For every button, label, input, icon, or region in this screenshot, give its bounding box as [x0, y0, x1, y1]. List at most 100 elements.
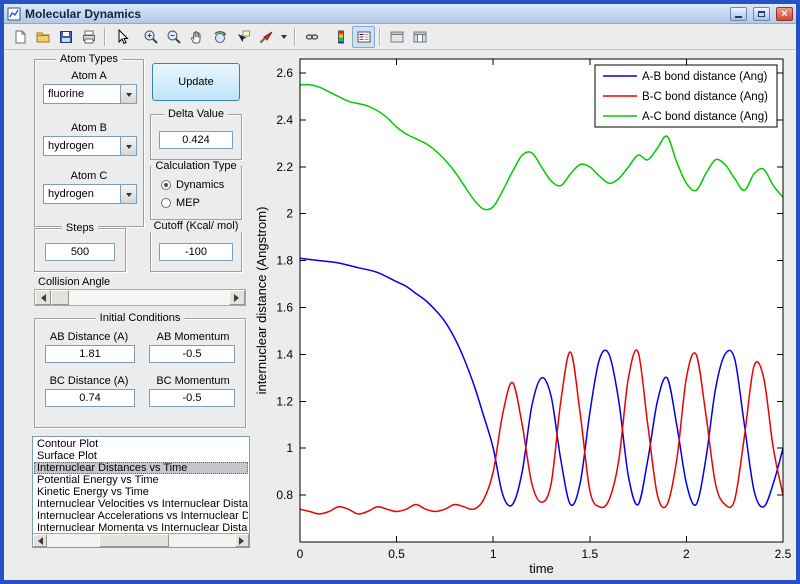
chevron-down-icon — [120, 185, 136, 203]
x-tick-label: 1.5 — [581, 547, 598, 561]
bc-momentum-field[interactable] — [149, 389, 235, 407]
axes-area[interactable]: 00.511.522.50.811.21.41.61.822.22.42.6ti… — [252, 50, 796, 580]
pan-icon[interactable] — [185, 26, 208, 48]
y-tick-label: 1.2 — [276, 394, 293, 408]
rotate-3d-icon[interactable] — [208, 26, 231, 48]
chart[interactable]: 00.511.522.50.811.21.41.61.822.22.42.6ti… — [252, 50, 796, 580]
atom-c-dropdown[interactable]: hydrogen — [43, 184, 137, 204]
edit-plot-icon[interactable] — [110, 26, 133, 48]
x-tick-label: 0 — [297, 547, 304, 561]
plot-type-listbox[interactable]: Contour Plot Surface Plot Internuclear D… — [32, 436, 250, 548]
y-axis-label: internuclear distance (Angstrom) — [254, 207, 269, 395]
x-axis-label: time — [529, 561, 554, 576]
steps-field[interactable] — [45, 243, 115, 261]
calculation-type-title: Calculation Type — [151, 160, 240, 172]
save-figure-icon[interactable] — [54, 26, 77, 48]
zoom-out-icon[interactable] — [162, 26, 185, 48]
print-figure-icon[interactable] — [77, 26, 100, 48]
atom-a-dropdown[interactable]: fluorine — [43, 84, 137, 104]
hide-plot-tools-icon[interactable] — [385, 26, 408, 48]
toolbar-separator — [294, 28, 296, 46]
list-item[interactable]: Surface Plot — [34, 450, 248, 462]
scrollbar-left-arrow-icon[interactable] — [33, 534, 47, 547]
list-item-selected[interactable]: Internuclear Distances vs Time — [34, 462, 248, 474]
scrollbar-right-arrow-icon[interactable] — [235, 534, 249, 547]
ab-distance-label: AB Distance (A) — [39, 331, 139, 343]
x-tick-label: 1 — [490, 547, 497, 561]
delta-value-title: Delta Value — [164, 108, 228, 120]
steps-title: Steps — [62, 222, 98, 234]
x-tick-label: 0.5 — [388, 547, 405, 561]
y-tick-label: 0.8 — [276, 488, 293, 502]
atom-a-label: Atom A — [35, 70, 143, 82]
close-button[interactable]: × — [776, 7, 793, 21]
y-tick-label: 1.8 — [276, 254, 293, 268]
atom-types-panel: Atom Types Atom A fluorine Atom B hydrog… — [34, 59, 144, 227]
plot-background — [300, 59, 783, 542]
radio-dynamics-icon — [161, 180, 171, 190]
x-tick-label: 2 — [683, 547, 690, 561]
scrollbar-thumb[interactable] — [99, 534, 169, 547]
brush-icon[interactable] — [254, 26, 277, 48]
toolbar-separator — [379, 28, 381, 46]
insert-legend-icon[interactable] — [352, 26, 375, 48]
maximize-button[interactable] — [753, 7, 770, 21]
radio-mep-label: MEP — [176, 197, 200, 209]
y-tick-label: 1.4 — [276, 347, 293, 361]
chevron-down-icon — [120, 137, 136, 155]
figure-toolbar — [4, 24, 796, 50]
y-tick-label: 1 — [286, 441, 293, 455]
bc-distance-field[interactable] — [45, 389, 135, 407]
new-figure-icon[interactable] — [8, 26, 31, 48]
update-button[interactable]: Update — [152, 63, 240, 101]
window-title: Molecular Dynamics — [25, 7, 724, 21]
link-plot-icon[interactable] — [300, 26, 323, 48]
list-item[interactable]: Contour Plot — [34, 438, 248, 450]
show-plot-tools-icon[interactable] — [408, 26, 431, 48]
list-item[interactable]: Kinetic Energy vs Time — [34, 486, 248, 498]
list-item[interactable]: Internuclear Velocities vs Internuclear … — [34, 498, 248, 510]
brush-dropdown-icon[interactable] — [277, 26, 290, 48]
toolbar-separator — [104, 28, 106, 46]
steps-panel: Steps — [34, 228, 126, 272]
data-cursor-icon[interactable] — [231, 26, 254, 48]
bc-distance-label: BC Distance (A) — [39, 375, 139, 387]
open-file-icon[interactable] — [31, 26, 54, 48]
delta-value-panel: Delta Value — [150, 114, 242, 160]
slider-right-arrow-icon[interactable] — [229, 290, 245, 305]
radio-mep-icon — [161, 198, 171, 208]
list-item[interactable]: Potential Energy vs Time — [34, 474, 248, 486]
slider-thumb[interactable] — [51, 290, 69, 305]
zoom-in-icon[interactable] — [139, 26, 162, 48]
figure-canvas: Atom Types Atom A fluorine Atom B hydrog… — [4, 50, 796, 580]
listbox-horizontal-scrollbar[interactable] — [33, 533, 249, 547]
initial-conditions-panel: Initial Conditions AB Distance (A) AB Mo… — [34, 318, 246, 428]
slider-track[interactable] — [69, 290, 229, 305]
insert-colorbar-icon[interactable] — [329, 26, 352, 48]
atom-a-value: fluorine — [44, 85, 120, 103]
slider-left-arrow-icon[interactable] — [35, 290, 51, 305]
list-item[interactable]: Internuclear Accelerations vs Internucle… — [34, 510, 248, 522]
cutoff-panel: Cutoff (Kcal/ mol) — [150, 226, 242, 272]
delta-value-field[interactable] — [159, 131, 233, 149]
ab-distance-field[interactable] — [45, 345, 135, 363]
minimize-button[interactable] — [730, 7, 747, 21]
atom-types-title: Atom Types — [56, 53, 122, 65]
collision-angle-label: Collision Angle — [38, 276, 110, 288]
y-tick-label: 2.4 — [276, 113, 293, 127]
titlebar[interactable]: Molecular Dynamics × — [4, 4, 796, 24]
radio-dynamics[interactable]: Dynamics — [161, 179, 224, 191]
radio-dynamics-label: Dynamics — [176, 179, 224, 191]
ab-momentum-field[interactable] — [149, 345, 235, 363]
scrollbar-track[interactable] — [47, 534, 235, 547]
cutoff-field[interactable] — [159, 243, 233, 261]
list-item[interactable]: Internuclear Momenta vs Internuclear Dis… — [34, 522, 248, 532]
atom-b-label: Atom B — [35, 122, 143, 134]
atom-b-dropdown[interactable]: hydrogen — [43, 136, 137, 156]
cutoff-title: Cutoff (Kcal/ mol) — [150, 220, 243, 232]
collision-angle-slider[interactable] — [34, 289, 246, 306]
atom-c-value: hydrogen — [44, 185, 120, 203]
y-tick-label: 1.6 — [276, 301, 293, 315]
plot-type-list: Contour Plot Surface Plot Internuclear D… — [34, 438, 248, 532]
radio-mep[interactable]: MEP — [161, 197, 200, 209]
